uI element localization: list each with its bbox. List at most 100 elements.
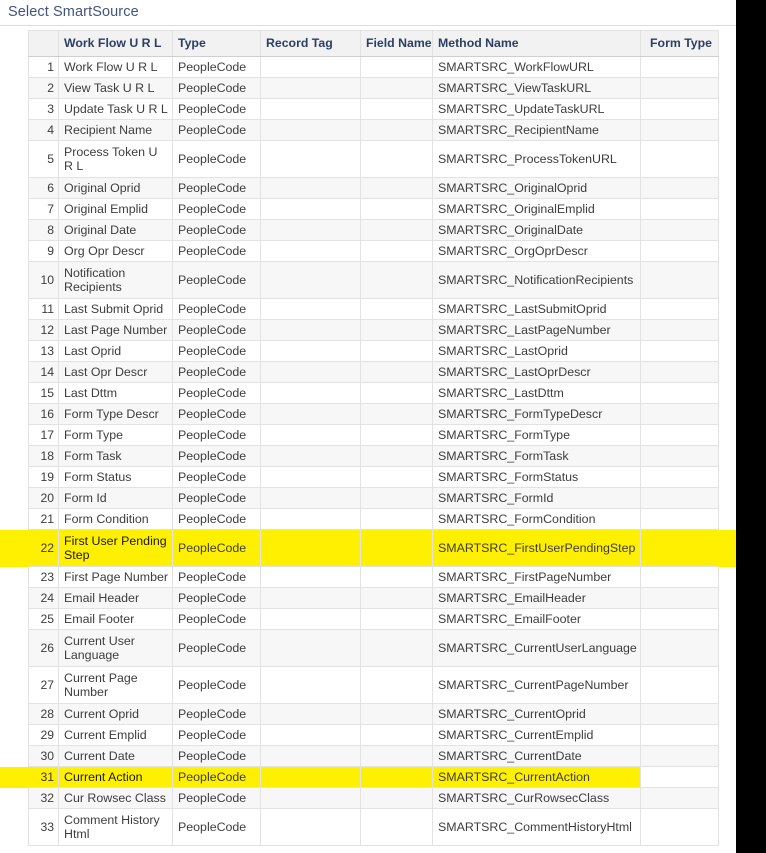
table-row[interactable]: 8 Original Date PeopleCode SMARTSRC_Origina… (28, 219, 719, 241)
table-row[interactable]: 19 Form Status PeopleCode SMARTSRC_FormStat… (28, 466, 719, 488)
workflowurl-cell[interactable]: Email Footer (58, 608, 173, 630)
recordtag-cell (260, 787, 361, 809)
workflowurl-cell[interactable]: Work Flow U R L (58, 56, 173, 78)
column-header-formtype[interactable]: Form Type (640, 30, 719, 57)
table-row[interactable]: 15 Last Dttm PeopleCode SMARTSRC_LastDttm (28, 382, 719, 404)
workflowurl-cell[interactable]: First User Pending Step (58, 529, 173, 567)
table-row[interactable]: 3 Update Task U R L PeopleCode SMARTSRC_Upd… (28, 98, 719, 120)
workflowurl-cell[interactable]: Form Status (58, 466, 173, 488)
workflowurl-cell[interactable]: Original Emplid (58, 198, 173, 220)
formtype-cell (640, 787, 719, 809)
fieldname-cell (360, 361, 433, 383)
formtype-cell (640, 424, 719, 446)
workflowurl-cell[interactable]: Last Oprid (58, 340, 173, 362)
workflowurl-cell[interactable]: Process Token U R L (58, 140, 173, 178)
table-row[interactable]: 12 Last Page Number PeopleCode SMARTSRC_Las… (28, 319, 719, 341)
workflowurl-cell[interactable]: Current Action (58, 766, 173, 788)
table-row[interactable]: 16 Form Type Descr PeopleCode SMARTSRC_Form… (28, 403, 719, 425)
workflowurl-cell[interactable]: Form Type Descr (58, 403, 173, 425)
row-number-cell: 2 (28, 77, 59, 99)
formtype-cell (640, 56, 719, 78)
workflowurl-cell[interactable]: Last Submit Oprid (58, 298, 173, 320)
table-row[interactable]: 4 Recipient Name PeopleCode SMARTSRC_Recipi… (28, 119, 719, 141)
row-number-cell: 13 (28, 340, 59, 362)
table-row[interactable]: 17 Form Type PeopleCode SMARTSRC_FormType (28, 424, 719, 446)
table-row[interactable]: 5 Process Token U R L PeopleCode SMARTSRC_P… (28, 140, 719, 178)
workflowurl-cell[interactable]: Original Oprid (58, 177, 173, 199)
table-row[interactable]: 2 View Task U R L PeopleCode SMARTSRC_ViewT… (28, 77, 719, 99)
fieldname-cell (360, 382, 433, 404)
workflowurl-cell[interactable]: View Task U R L (58, 77, 173, 99)
table-row[interactable]: 32 Cur Rowsec Class PeopleCode SMARTSRC_Cur… (28, 787, 719, 809)
workflowurl-cell[interactable]: Comment History Html (58, 808, 173, 846)
table-row[interactable]: 22 First User Pending Step PeopleCode SMART… (28, 529, 719, 567)
workflowurl-cell[interactable]: Original Date (58, 219, 173, 241)
table-row[interactable]: 26 Current User Language PeopleCode SMARTSR… (28, 629, 719, 667)
workflowurl-cell[interactable]: Form Type (58, 424, 173, 446)
formtype-cell (640, 629, 719, 667)
methodname-cell: SMARTSRC_CurrentOprid (432, 703, 641, 725)
column-header-recordtag[interactable]: Record Tag (260, 30, 361, 57)
table-row[interactable]: 1 Work Flow U R L PeopleCode SMARTSRC_WorkF… (28, 56, 719, 78)
workflowurl-cell[interactable]: First Page Number (58, 566, 173, 588)
workflowurl-cell[interactable]: Last Dttm (58, 382, 173, 404)
workflowurl-cell[interactable]: Form Condition (58, 508, 173, 530)
table-row[interactable]: 18 Form Task PeopleCode SMARTSRC_FormTask (28, 445, 719, 467)
table-row[interactable]: 9 Org Opr Descr PeopleCode SMARTSRC_OrgOprD… (28, 240, 719, 262)
column-header-methodname[interactable]: Method Name (432, 30, 641, 57)
table-row[interactable]: 20 Form Id PeopleCode SMARTSRC_FormId (28, 487, 719, 509)
table-row[interactable]: 11 Last Submit Oprid PeopleCode SMARTSRC_La… (28, 298, 719, 320)
workflowurl-cell[interactable]: Cur Rowsec Class (58, 787, 173, 809)
workflowurl-cell[interactable]: Form Task (58, 445, 173, 467)
fieldname-cell (360, 240, 433, 262)
column-header-workflowurl[interactable]: Work Flow U R L (58, 30, 173, 57)
table-row[interactable]: 6 Original Oprid PeopleCode SMARTSRC_Origin… (28, 177, 719, 199)
grid-header: Work Flow U R L Type Record Tag Field Na… (28, 30, 719, 57)
row-number-cell: 12 (28, 319, 59, 341)
table-row[interactable]: 24 Email Header PeopleCode SMARTSRC_EmailHe… (28, 587, 719, 609)
workflowurl-cell[interactable]: Email Header (58, 587, 173, 609)
table-row[interactable]: 7 Original Emplid PeopleCode SMARTSRC_Origi… (28, 198, 719, 220)
table-row[interactable]: 25 Email Footer PeopleCode SMARTSRC_EmailFo… (28, 608, 719, 630)
workflowurl-cell[interactable]: Recipient Name (58, 119, 173, 141)
table-row[interactable]: 29 Current Emplid PeopleCode SMARTSRC_Curre… (28, 724, 719, 746)
grid-container: Work Flow U R L Type Record Tag Field Na… (0, 26, 736, 846)
methodname-cell: SMARTSRC_RecipientName (432, 119, 641, 141)
fieldname-cell (360, 745, 433, 767)
fieldname-cell (360, 177, 433, 199)
workflowurl-cell[interactable]: Current Date (58, 745, 173, 767)
workflowurl-cell[interactable]: Current Emplid (58, 724, 173, 746)
workflowurl-cell[interactable]: Current Page Number (58, 666, 173, 704)
table-row[interactable]: 23 First Page Number PeopleCode SMARTSRC_Fi… (28, 566, 719, 588)
type-cell: PeopleCode (172, 608, 261, 630)
recordtag-cell (260, 766, 361, 788)
column-header-type[interactable]: Type (172, 30, 261, 57)
workflowurl-cell[interactable]: Last Opr Descr (58, 361, 173, 383)
table-row[interactable]: 28 Current Oprid PeopleCode SMARTSRC_Curren… (28, 703, 719, 725)
recordtag-cell (260, 566, 361, 588)
fieldname-cell (360, 487, 433, 509)
table-row[interactable]: 31 Current Action PeopleCode SMARTSRC_Curre… (28, 766, 719, 788)
workflowurl-cell[interactable]: Current User Language (58, 629, 173, 667)
formtype-cell (640, 261, 719, 299)
methodname-cell: SMARTSRC_FormId (432, 487, 641, 509)
workflowurl-cell[interactable]: Org Opr Descr (58, 240, 173, 262)
table-row[interactable]: 21 Form Condition PeopleCode SMARTSRC_FormC… (28, 508, 719, 530)
column-header-rownumber[interactable] (28, 30, 59, 57)
table-row[interactable]: 27 Current Page Number PeopleCode SMARTSRC_… (28, 666, 719, 704)
workflowurl-cell[interactable]: Current Oprid (58, 703, 173, 725)
workflowurl-cell[interactable]: Last Page Number (58, 319, 173, 341)
table-row[interactable]: 13 Last Oprid PeopleCode SMARTSRC_LastOprid (28, 340, 719, 362)
workflowurl-cell[interactable]: Form Id (58, 487, 173, 509)
methodname-cell: SMARTSRC_UpdateTaskURL (432, 98, 641, 120)
formtype-cell (640, 766, 719, 788)
workflowurl-cell[interactable]: Update Task U R L (58, 98, 173, 120)
column-header-fieldname[interactable]: Field Name (360, 30, 433, 57)
type-cell: PeopleCode (172, 382, 261, 404)
table-row[interactable]: 10 Notification Recipients PeopleCode SMART… (28, 261, 719, 299)
workflowurl-cell[interactable]: Notification Recipients (58, 261, 173, 299)
table-row[interactable]: 14 Last Opr Descr PeopleCode SMARTSRC_LastO… (28, 361, 719, 383)
table-row[interactable]: 30 Current Date PeopleCode SMARTSRC_Current… (28, 745, 719, 767)
table-row[interactable]: 33 Comment History Html PeopleCode SMARTSRC… (28, 808, 719, 846)
row-number-cell: 10 (28, 261, 59, 299)
